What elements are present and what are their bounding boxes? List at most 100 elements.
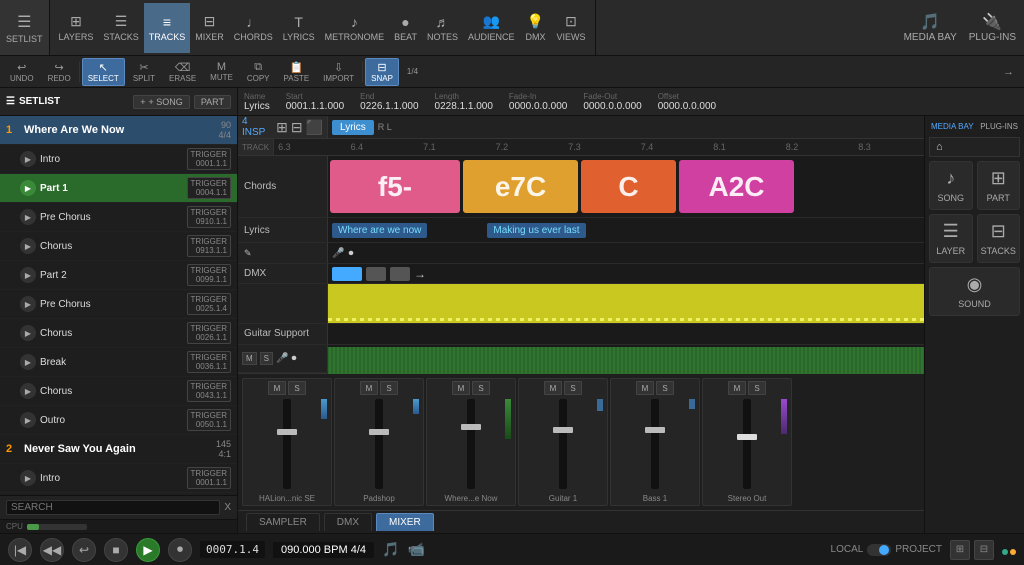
part-play-intro[interactable]: ▶ — [20, 151, 36, 167]
redo-btn[interactable]: ↪REDO — [42, 58, 77, 86]
part-item-prechorus1[interactable]: ▶ Pre Chorus TRIGGER0910.1.1 — [0, 203, 237, 232]
view-btn-2[interactable]: ⊟ — [974, 540, 994, 560]
paste-btn[interactable]: 📋PASTE — [278, 58, 316, 86]
local-toggle[interactable] — [867, 544, 891, 556]
part-item-outro[interactable]: ▶ Outro TRIGGER0050.1.1 — [0, 406, 237, 435]
wherenow-fader-handle[interactable] — [461, 424, 481, 430]
toolbar-notes[interactable]: ♬NOTES — [422, 3, 463, 53]
transport-stop[interactable]: ■ — [104, 538, 128, 562]
chord-block-1[interactable]: f5- — [330, 160, 460, 212]
view-btn-1[interactable]: ⊞ — [950, 540, 970, 560]
song-item-1[interactable]: 1 Where Are We Now 904/4 — [0, 116, 237, 145]
part-item-break[interactable]: ▶ Break TRIGGER0036.1.1 — [0, 348, 237, 377]
transport-back[interactable]: ↩ — [72, 538, 96, 562]
part-play-s2-intro[interactable]: ▶ — [20, 470, 36, 486]
chords-track-content[interactable]: f5- e7C C A2C — [328, 156, 924, 216]
toolbar-mixer[interactable]: ⊟MIXER — [190, 3, 229, 53]
sampler-tab[interactable]: SAMPLER — [246, 513, 320, 531]
transport-metronome-icon[interactable]: 🎵 — [382, 541, 399, 558]
transport-back-to-start[interactable]: |◀ — [8, 538, 32, 562]
track-ctrl-icon1[interactable]: ⊞ — [276, 119, 288, 136]
mixer-tab[interactable]: MIXER — [376, 513, 434, 531]
toolbar-chords[interactable]: ♩CHORDS — [229, 3, 278, 53]
split-btn[interactable]: ✂SPLIT — [127, 58, 161, 86]
erase-btn[interactable]: ⌫ERASE — [163, 58, 202, 86]
import-btn[interactable]: ⇩IMPORT — [317, 58, 360, 86]
media-bay-btn[interactable]: 🎵 MEDIA BAY — [904, 12, 957, 43]
mute-btn[interactable]: MMUTE — [204, 58, 239, 85]
song-media-btn[interactable]: ♪ SONG — [929, 161, 973, 210]
halion-fader-handle[interactable] — [277, 429, 297, 435]
stereoout-m-btn[interactable]: M — [728, 381, 746, 395]
undo-btn[interactable]: ↩UNDO — [4, 58, 40, 86]
stereoout-s-btn[interactable]: S — [748, 381, 766, 395]
padshop-m-btn[interactable]: M — [360, 381, 378, 395]
guitar1-s-btn[interactable]: S — [564, 381, 582, 395]
guitar-waveform-content[interactable] — [328, 347, 924, 374]
copy-btn[interactable]: ⧉COPY — [241, 58, 276, 86]
part-play-break[interactable]: ▶ — [20, 354, 36, 370]
guitar1-m-btn[interactable]: M — [544, 381, 562, 395]
snap-btn[interactable]: ⊟SNAP — [365, 58, 399, 86]
transport-video-icon[interactable]: 📹 — [407, 541, 424, 558]
layer-media-btn[interactable]: ☰ LAYER — [929, 214, 973, 263]
transport-play[interactable]: ▶ — [136, 538, 160, 562]
chord-block-2[interactable]: e7C — [463, 160, 578, 212]
dmx-yellow-content[interactable] — [328, 284, 924, 322]
part-item-chorus2[interactable]: ▶ Chorus TRIGGER0026.1.1 — [0, 319, 237, 348]
add-song-button[interactable]: + + SONG — [133, 95, 190, 109]
toolbar-section-setlist[interactable]: ☰ SETLIST — [0, 0, 50, 55]
lyrics-track-content[interactable]: Where are we now Making us ever last — [328, 218, 924, 242]
dmx-arrow-icon[interactable]: → — [414, 267, 426, 281]
forward-btn[interactable]: → — [997, 63, 1020, 81]
dmx-ctrl-block1[interactable] — [332, 267, 362, 281]
padshop-fader-handle[interactable] — [369, 429, 389, 435]
guitar1-fader-handle[interactable] — [553, 427, 573, 433]
guitar-s-btn[interactable]: S — [260, 352, 273, 365]
part-play-prechorus1[interactable]: ▶ — [20, 209, 36, 225]
song-item-2[interactable]: 2 Never Saw You Again 1454:1 — [0, 435, 237, 464]
toolbar-views[interactable]: ⊡VIEWS — [551, 3, 590, 53]
halion-s-btn[interactable]: S — [288, 381, 306, 395]
select-btn[interactable]: ↖SELECT — [82, 58, 125, 86]
part-item-intro[interactable]: ▶ Intro TRIGGER0001.1.1 — [0, 145, 237, 174]
toolbar-audience[interactable]: 👥AUDIENCE — [463, 3, 520, 53]
lyric-clip-1[interactable]: Where are we now — [332, 223, 427, 238]
part-play-prechorus2[interactable]: ▶ — [20, 296, 36, 312]
wherenow-s-btn[interactable]: S — [472, 381, 490, 395]
toolbar-stacks[interactable]: ☰STACKS — [98, 3, 143, 53]
part-play-chorus2[interactable]: ▶ — [20, 325, 36, 341]
part-play-chorus3[interactable]: ▶ — [20, 383, 36, 399]
part-item-part1[interactable]: ▶ Part 1 TRIGGER0004.1.1 — [0, 174, 237, 203]
toolbar-lyrics[interactable]: TLYRICS — [278, 3, 320, 53]
bass1-m-btn[interactable]: M — [636, 381, 654, 395]
dmx-track-content[interactable]: → — [328, 264, 924, 284]
stacks-media-btn[interactable]: ⊟ STACKS — [977, 214, 1021, 263]
guitar-m-btn[interactable]: M — [242, 352, 257, 365]
wherenow-m-btn[interactable]: M — [452, 381, 470, 395]
part-play-outro[interactable]: ▶ — [20, 412, 36, 428]
bass1-fader-handle[interactable] — [645, 427, 665, 433]
sound-media-btn[interactable]: ◉ SOUND — [929, 267, 1020, 316]
mic-icon[interactable]: 🎤 — [332, 248, 344, 259]
plug-ins-btn[interactable]: 🔌 PLUG-INS — [969, 12, 1016, 43]
lyric-clip-2[interactable]: Making us ever last — [487, 223, 585, 238]
part-item-prechorus2[interactable]: ▶ Pre Chorus TRIGGER0025.1.4 — [0, 290, 237, 319]
track-ctrl-icon2[interactable]: ⊟ — [291, 119, 303, 136]
media-bay-section[interactable]: 🎵 MEDIA BAY 🔌 PLUG-INS — [896, 0, 1024, 55]
toolbar-layers[interactable]: ⊞LAYERS — [54, 3, 99, 53]
toolbar-tracks[interactable]: ≡TRACKS — [144, 3, 191, 53]
search-input[interactable] — [6, 500, 220, 515]
dmx-ctrl-block3[interactable] — [390, 267, 410, 281]
transport-rewind[interactable]: ◀◀ — [40, 538, 64, 562]
toolbar-dmx[interactable]: 💡DMX — [519, 3, 551, 53]
padshop-s-btn[interactable]: S — [380, 381, 398, 395]
home-icon[interactable]: ⌂ — [936, 141, 943, 153]
part-play-part2[interactable]: ▶ — [20, 267, 36, 283]
part-play-chorus1[interactable]: ▶ — [20, 238, 36, 254]
stereoout-fader-handle[interactable] — [737, 434, 757, 440]
part-item-s2-intro[interactable]: ▶ Intro TRIGGER0001.1.1 — [0, 464, 237, 493]
track-highlight-icon[interactable]: ⬛ — [306, 119, 323, 136]
part-item-part2[interactable]: ▶ Part 2 TRIGGER0099.1.1 — [0, 261, 237, 290]
chord-block-3[interactable]: C — [581, 160, 676, 212]
